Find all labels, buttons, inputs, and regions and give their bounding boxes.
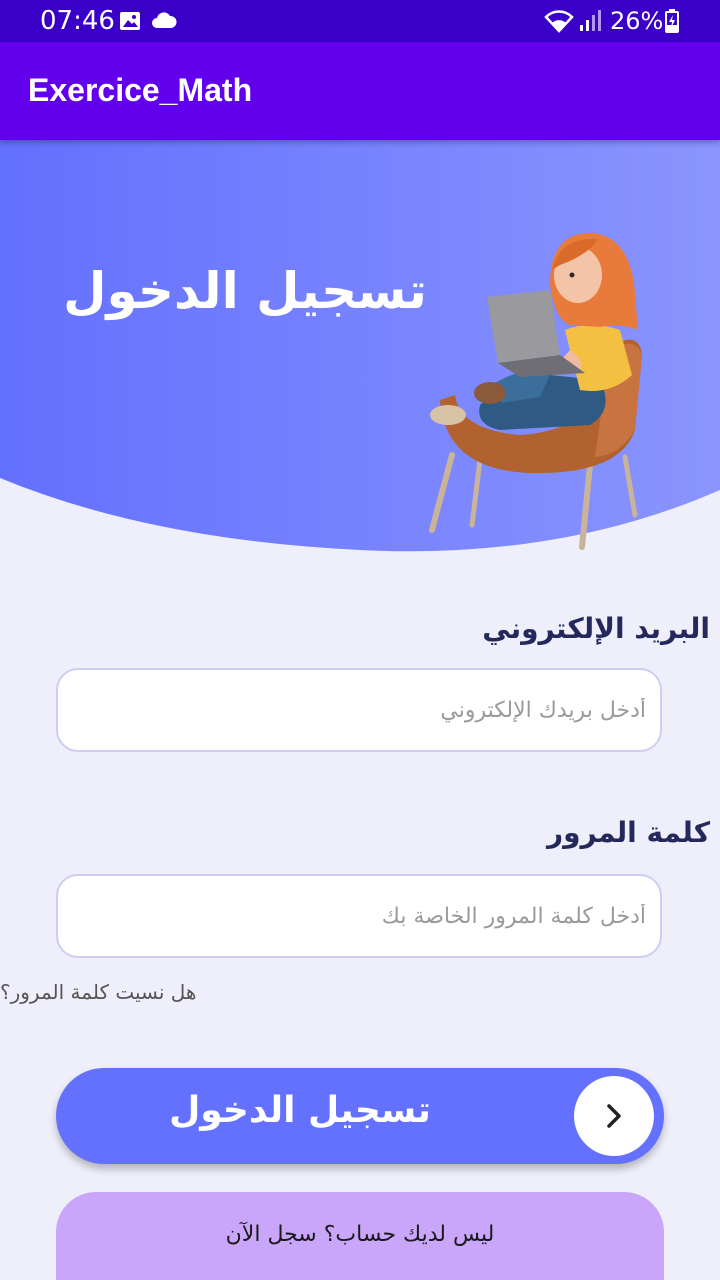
wifi-icon <box>543 9 575 37</box>
register-button[interactable]: ليس لديك حساب؟ سجل الآن <box>56 1192 664 1280</box>
password-label: كلمة المرور <box>546 816 710 849</box>
register-button-label: ليس لديك حساب؟ سجل الآن <box>225 1222 495 1247</box>
password-input[interactable] <box>58 876 660 956</box>
battery-charging-icon <box>665 9 679 37</box>
app-bar: Exercice_Math <box>0 42 720 140</box>
app-title: Exercice_Math <box>28 72 253 108</box>
status-bar: 07:46 26% <box>0 0 720 42</box>
signal-icon <box>578 9 602 37</box>
cloud-icon <box>150 9 178 37</box>
login-button-label: تسجيل الدخول <box>169 1090 431 1131</box>
chevron-right-icon <box>574 1076 654 1156</box>
password-field <box>56 874 662 958</box>
login-button[interactable]: تسجيل الدخول <box>56 1068 664 1164</box>
status-time: 07:46 <box>40 6 115 36</box>
email-input[interactable] <box>58 670 660 750</box>
person-laptop-illustration <box>420 225 660 555</box>
battery-percent: 26% <box>610 7 664 35</box>
forgot-password-link[interactable]: هل نسيت كلمة المرور؟ <box>0 980 196 1004</box>
email-field <box>56 668 662 752</box>
image-icon <box>118 9 142 37</box>
hero-title: تسجيل الدخول <box>63 262 427 320</box>
email-label: البريد الإلكتروني <box>482 612 710 645</box>
